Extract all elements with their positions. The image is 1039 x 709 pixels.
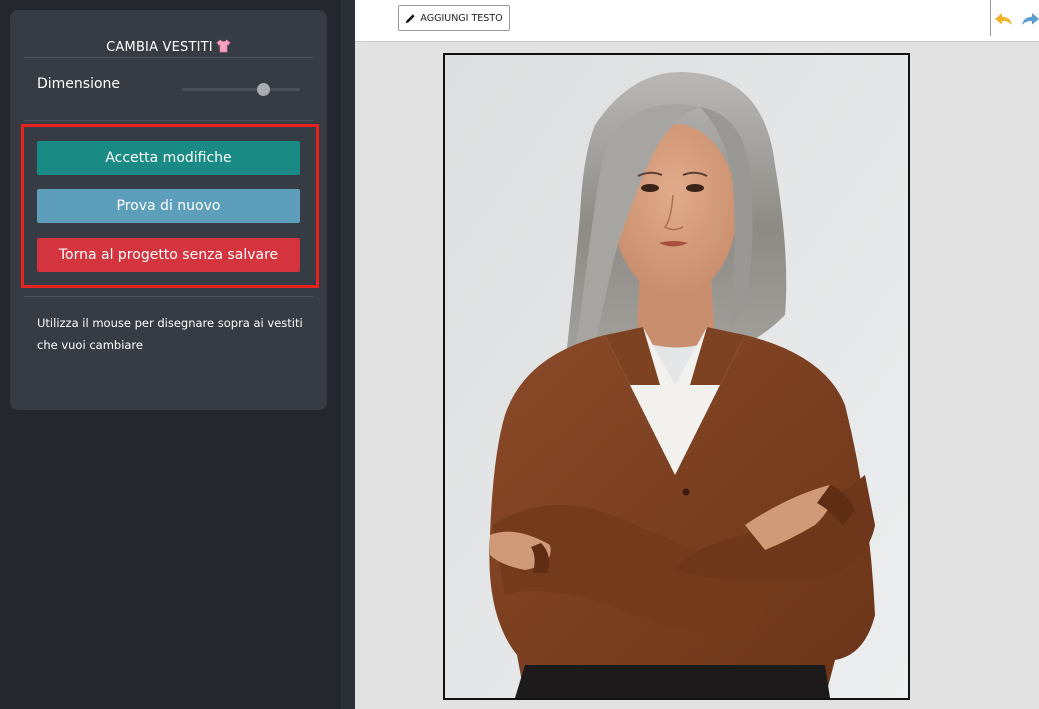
redo-button[interactable] xyxy=(1020,10,1039,28)
size-slider-thumb[interactable] xyxy=(257,83,271,96)
sidebar: CAMBIA VESTITI Dimensione Accetta modifi… xyxy=(0,0,341,709)
panel-title-text: CAMBIA VESTITI xyxy=(106,40,213,55)
photo-canvas[interactable] xyxy=(443,53,910,700)
panel-title: CAMBIA VESTITI xyxy=(10,39,327,57)
toolbar-divider xyxy=(990,0,991,36)
divider xyxy=(24,296,313,297)
highlight-frame xyxy=(21,124,319,288)
undo-icon xyxy=(995,13,1012,25)
woman-portrait-photo xyxy=(445,55,908,698)
undo-button[interactable] xyxy=(994,10,1014,28)
pencil-icon xyxy=(406,13,415,23)
top-toolbar: AGGIUNGI TESTO xyxy=(355,0,1039,42)
divider xyxy=(24,120,313,121)
add-text-button[interactable]: AGGIUNGI TESTO xyxy=(398,5,510,31)
divider xyxy=(24,57,313,58)
instruction-text: Utilizza il mouse per disegnare sopra ai… xyxy=(37,316,303,352)
size-label: Dimensione xyxy=(37,76,121,92)
add-text-label: AGGIUNGI TESTO xyxy=(420,12,503,24)
redo-icon xyxy=(1022,13,1039,25)
canvas-area xyxy=(355,42,1039,709)
size-slider[interactable] xyxy=(182,83,300,96)
shirt-icon xyxy=(216,39,231,57)
sidebar-edge xyxy=(341,0,355,709)
